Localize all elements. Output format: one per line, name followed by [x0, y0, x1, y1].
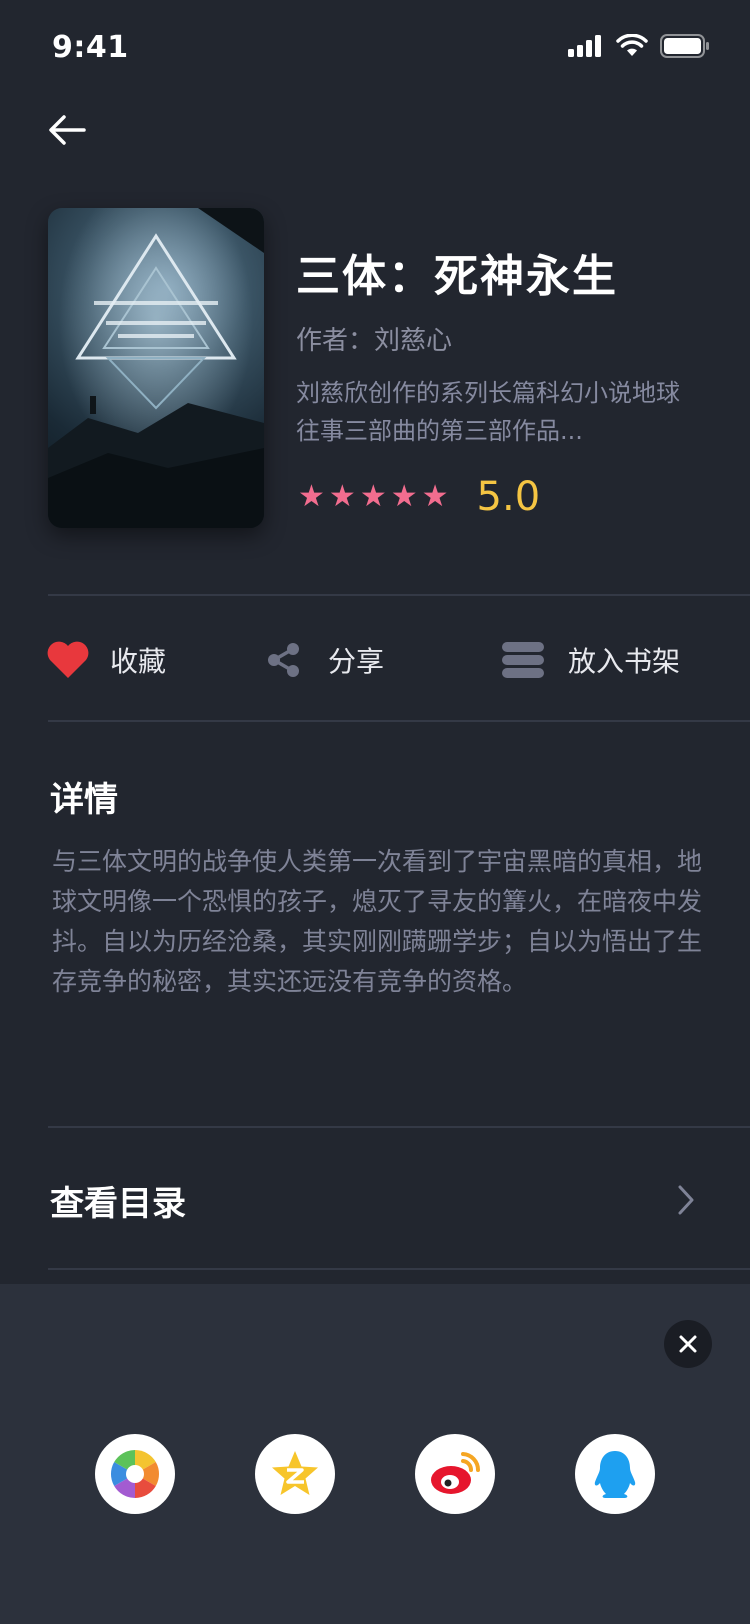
battery-icon	[660, 34, 709, 58]
star-icon: ★	[298, 479, 325, 514]
photos-icon	[110, 1450, 160, 1498]
details-title: 详情	[50, 780, 118, 820]
star-icon: ★	[359, 479, 387, 514]
arrow-left-icon	[49, 115, 86, 145]
book-title: 三体：死神永生	[296, 251, 618, 302]
favorite-button[interactable]: 收藏	[46, 620, 166, 700]
bookshelf-label: 放入书架	[568, 645, 681, 678]
share-weibo-button[interactable]	[415, 1434, 495, 1514]
star-icon: ★	[328, 479, 356, 514]
back-button[interactable]	[44, 106, 92, 154]
qq-icon	[594, 1451, 636, 1498]
weibo-icon	[431, 1452, 481, 1494]
divider	[48, 720, 750, 722]
rating-value: 5.0	[476, 474, 541, 520]
close-icon	[679, 1335, 697, 1353]
status-bar: 9:41	[0, 0, 750, 96]
share-button[interactable]: 分享	[264, 620, 384, 700]
bookshelf-button[interactable]: 放入书架	[502, 620, 680, 700]
wifi-icon	[616, 34, 648, 56]
rating: ★ ★ ★ ★ ★ 5.0	[298, 474, 540, 520]
share-qq-button[interactable]	[575, 1434, 655, 1514]
status-time: 9:41	[52, 30, 129, 65]
rating-stars: ★ ★ ★ ★ ★	[298, 482, 449, 512]
bookshelf-icon	[502, 642, 544, 678]
book-cover	[48, 208, 264, 528]
action-bar: 收藏 分享 放入书架	[0, 620, 750, 700]
close-button[interactable]	[664, 1320, 712, 1368]
book-cover-art	[48, 208, 264, 528]
signal-icon	[568, 35, 601, 57]
heart-icon	[47, 641, 89, 678]
book-author: 作者：刘慈心	[296, 326, 453, 356]
share-sheet	[0, 1284, 750, 1624]
share-icon	[268, 643, 299, 677]
qzone-icon	[272, 1451, 318, 1495]
share-photos-button[interactable]	[95, 1434, 175, 1514]
book-summary: 刘慈欣创作的系列长篇科幻小说地球往事三部曲的第三部作品...	[296, 379, 680, 445]
toc-label: 查看目录	[50, 1184, 186, 1224]
star-icon: ★	[421, 479, 449, 514]
share-qzone-button[interactable]	[255, 1434, 335, 1514]
share-label: 分享	[328, 645, 385, 678]
favorite-label: 收藏	[110, 645, 167, 678]
star-icon: ★	[390, 479, 418, 514]
divider	[48, 594, 750, 596]
toc-row[interactable]: 查看目录	[0, 1128, 750, 1272]
status-icons	[568, 34, 710, 58]
details-text: 与三体文明的战争使人类第一次看到了宇宙黑暗的真相，地球文明像一个恐惧的孩子，熄灭…	[52, 847, 703, 996]
divider	[48, 1268, 750, 1270]
chevron-right-icon	[678, 1185, 694, 1215]
